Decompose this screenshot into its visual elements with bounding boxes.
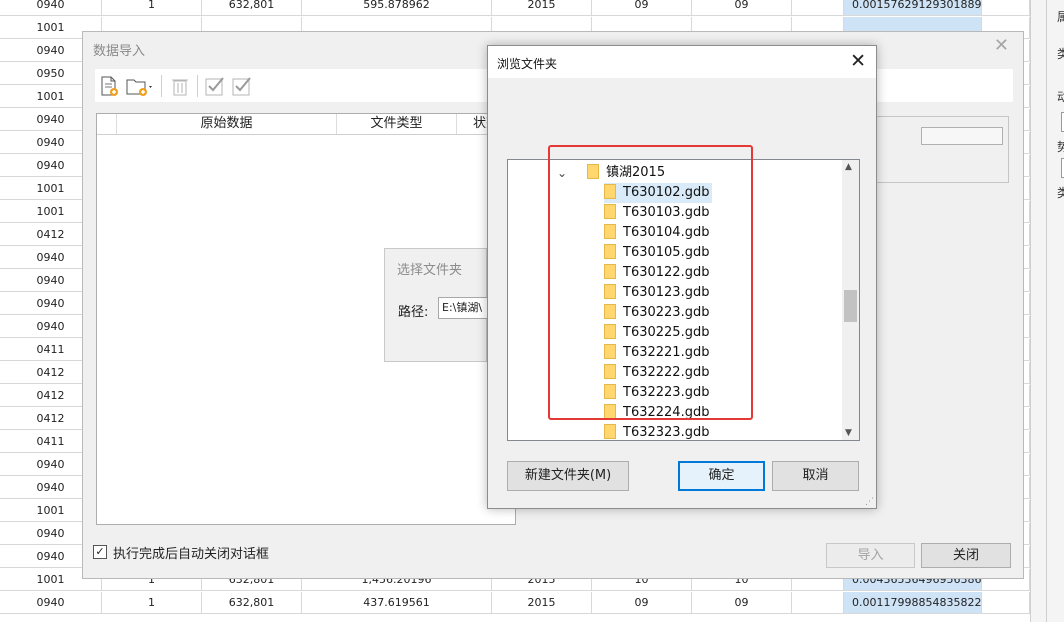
path-label: 路径:: [398, 305, 429, 320]
close-icon[interactable]: ✕: [994, 35, 1009, 56]
panel-label: 动: [1057, 90, 1064, 104]
table-cell: 09: [592, 592, 692, 614]
vertical-scrollbar[interactable]: ▲ ▼: [842, 160, 859, 440]
column-header-type[interactable]: 文件类型: [337, 114, 457, 134]
table-cell: 0.00117998854835822...: [844, 592, 982, 614]
delete-icon[interactable]: [169, 75, 191, 97]
toolbar-separator: [197, 75, 198, 97]
highlight-annotation: [548, 145, 753, 420]
table-row[interactable]: 0940 1 632,801 595.878962 2015 09 09 0.00157629…: [0, 0, 1030, 17]
resize-grip-icon[interactable]: ⋰: [865, 497, 874, 507]
table-cell: 09: [692, 0, 792, 16]
dialog-titlebar: 浏览文件夹 ✕: [488, 46, 876, 78]
table-cell: [792, 592, 844, 614]
panel-label: 属: [1057, 10, 1064, 24]
table-cell: [792, 0, 844, 16]
table-cell: 1: [102, 592, 202, 614]
table-row[interactable]: 0940 1 632,801 437.619561 2015 09 09 0.00117998…: [0, 592, 1030, 615]
check-all-icon[interactable]: [231, 75, 253, 97]
table-cell: [982, 0, 1030, 16]
table-cell: 09: [592, 0, 692, 16]
close-icon[interactable]: ✕: [850, 50, 866, 72]
table-cell: 437.619561: [302, 592, 492, 614]
table-cell: 09: [692, 592, 792, 614]
select-folder-dialog: 选择文件夹 路径: E:\镇湖\: [384, 248, 498, 362]
import-button[interactable]: 导入: [826, 543, 915, 568]
column-header-source[interactable]: 原始数据: [117, 114, 337, 134]
panel-label: 类: [1057, 47, 1064, 61]
dialog-title: 浏览文件夹: [497, 57, 558, 71]
close-button[interactable]: 关闭: [921, 543, 1011, 568]
table-cell: 2015: [492, 592, 592, 614]
table-cell: 595.878962: [302, 0, 492, 16]
dialog-title: 选择文件夹: [397, 263, 463, 278]
toolbar-separator: [161, 75, 162, 97]
table-cell: [982, 592, 1030, 614]
table-cell: 632,801: [202, 592, 302, 614]
table-cell: 632,801: [202, 0, 302, 16]
new-folder-button[interactable]: 新建文件夹(M): [507, 461, 629, 491]
column-header-blank: [97, 114, 117, 134]
tree-item-label: T632323.gdb: [623, 425, 710, 440]
panel-label: 势: [1057, 140, 1064, 154]
scroll-thumb[interactable]: [844, 290, 857, 322]
table-cell: 0940: [0, 592, 102, 614]
dialog-title: 数据导入: [93, 44, 146, 59]
table-cell: 0940: [0, 0, 102, 16]
options-group: [876, 116, 1009, 183]
ok-button[interactable]: 确定: [678, 461, 765, 491]
table-cell: 0.00157629129301889...: [844, 0, 982, 16]
list-header: 原始数据 文件类型 状态: [97, 114, 515, 135]
panel-label: 类: [1057, 186, 1064, 200]
folder-icon: [604, 424, 616, 439]
add-file-icon[interactable]: [98, 75, 120, 97]
scroll-down-icon[interactable]: ▼: [845, 428, 852, 438]
table-cell: 2015: [492, 0, 592, 16]
option-field[interactable]: [921, 127, 1003, 145]
check-icon[interactable]: [204, 75, 226, 97]
add-folder-icon[interactable]: [125, 75, 155, 97]
right-properties-panel: 属 类 动 势 类: [1030, 0, 1064, 622]
auto-close-checkbox[interactable]: ✓: [93, 545, 107, 559]
auto-close-label: 执行完成后自动关闭对话框: [113, 547, 270, 562]
scroll-up-icon[interactable]: ▲: [845, 162, 852, 172]
table-cell: 1: [102, 0, 202, 16]
panel-divider: [1046, 0, 1047, 622]
tree-item-folder[interactable]: T632323.gdb: [604, 423, 712, 440]
cancel-button[interactable]: 取消: [772, 461, 859, 491]
